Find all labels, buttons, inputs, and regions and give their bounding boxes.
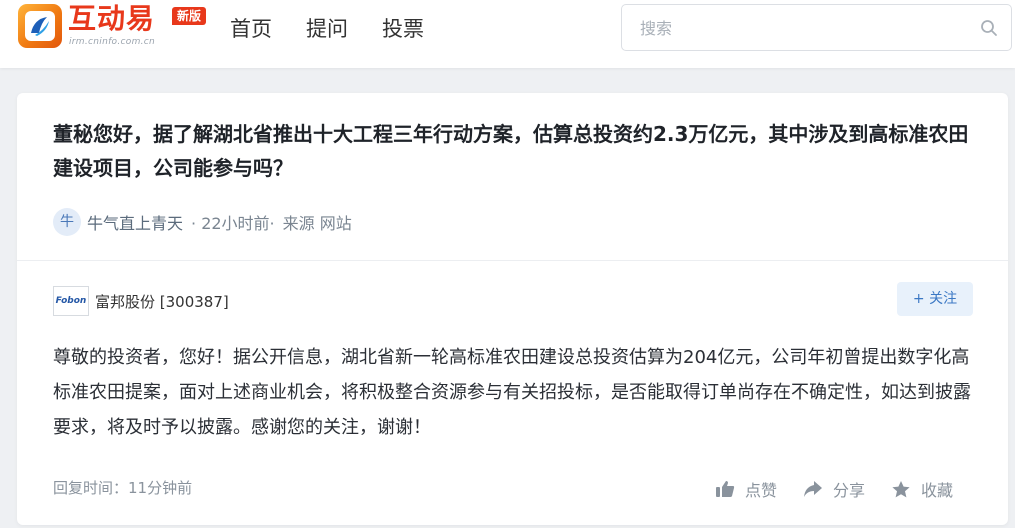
reply-time: 回复时间：11分钟前	[53, 479, 193, 497]
star-icon	[892, 480, 910, 497]
main-nav: 首页 提问 投票	[230, 14, 458, 44]
follow-button[interactable]: + 关注	[897, 282, 973, 316]
share-button[interactable]: 分享	[803, 477, 865, 501]
question-source: 来源 网站	[282, 214, 352, 233]
search-box	[621, 4, 1012, 51]
thumbs-up-icon	[716, 481, 735, 497]
divider	[17, 260, 1008, 261]
asker-meta: 牛 牛气直上青天 · 22小时前· 来源 网站	[53, 208, 352, 236]
share-arrow-icon	[804, 481, 823, 497]
favorite-button[interactable]: 收藏	[891, 477, 953, 501]
like-button[interactable]: 点赞	[715, 477, 777, 501]
favorite-label: 收藏	[921, 481, 954, 500]
nav-vote[interactable]: 投票	[382, 14, 424, 44]
question-title[interactable]: 董秘您好，据了解湖北省推出十大工程三年行动方案，估算总投资约2.3万亿元，其中涉…	[53, 117, 983, 185]
qa-card: 董秘您好，据了解湖北省推出十大工程三年行动方案，估算总投资约2.3万亿元，其中涉…	[17, 93, 1008, 525]
nav-ask[interactable]: 提问	[306, 14, 348, 44]
logo-icon[interactable]	[18, 4, 62, 48]
avatar[interactable]: 牛	[53, 208, 81, 236]
search-input[interactable]	[640, 17, 960, 39]
like-label: 点赞	[745, 481, 778, 500]
answer-text: 尊敬的投资者，您好！据公开信息，湖北省新一轮高标准农田建设总投资估算为204亿元…	[53, 347, 971, 438]
company-logo: Fobon	[53, 286, 89, 316]
search-icon[interactable]	[980, 19, 998, 37]
share-label: 分享	[833, 481, 866, 500]
asker-name[interactable]: 牛气直上青天	[87, 210, 183, 234]
company-info[interactable]: Fobon 富邦股份 [300387]	[53, 286, 229, 316]
top-header: 互动易 irm.cninfo.com.cn 新版 首页 提问 投票	[0, 0, 1015, 68]
answer-actions: 点赞 分享 收藏	[715, 477, 953, 501]
logo-subtitle: irm.cninfo.com.cn	[69, 37, 156, 47]
new-version-badge: 新版	[172, 7, 207, 25]
question-time: · 22小时前·	[191, 214, 275, 233]
logo-title[interactable]: 互动易	[68, 2, 155, 36]
nav-home[interactable]: 首页	[230, 14, 272, 44]
company-name[interactable]: 富邦股份 [300387]	[95, 291, 229, 312]
